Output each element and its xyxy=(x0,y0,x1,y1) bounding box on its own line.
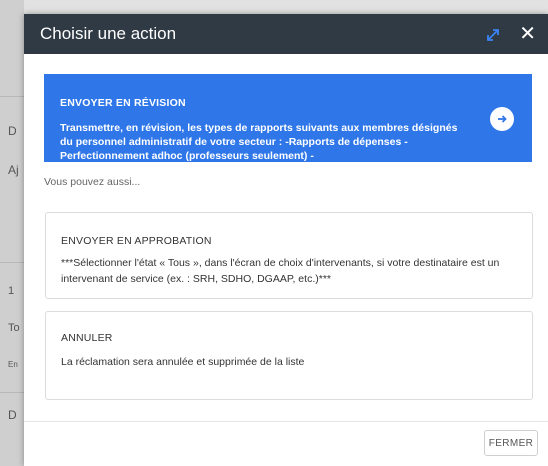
dialog-header: Choisir une action ✕ xyxy=(24,14,548,54)
option-title: ANNULER xyxy=(61,332,113,344)
background-text-fragment: D xyxy=(8,408,17,422)
background-text-fragment: To xyxy=(8,322,20,334)
close-icon[interactable]: ✕ xyxy=(519,23,536,45)
dialog-footer: FERMER xyxy=(24,421,548,466)
option-description: La réclamation sera annulée et supprimée… xyxy=(61,356,305,368)
background-top-bar xyxy=(24,0,548,14)
send-for-approval-card[interactable]: ENVOYER EN APPROBATION ***Sélectionner l… xyxy=(45,212,533,299)
send-for-review-card[interactable]: ENVOYER EN RÉVISION Transmettre, en révi… xyxy=(44,74,532,162)
arrow-right-circle-icon[interactable] xyxy=(490,107,514,131)
background-text-fragment: 1 xyxy=(8,285,15,297)
expand-icon[interactable] xyxy=(484,26,502,44)
dialog-body: ENVOYER EN RÉVISION Transmettre, en révi… xyxy=(24,54,548,422)
dialog-title: Choisir une action xyxy=(40,24,177,43)
background-text-fragment: Aj xyxy=(8,163,19,177)
option-description: ***Sélectionner l'état « Tous », dans l'… xyxy=(61,257,500,285)
background-divider xyxy=(0,96,24,97)
primary-action-title: ENVOYER EN RÉVISION xyxy=(60,97,186,109)
close-button[interactable]: FERMER xyxy=(484,430,538,456)
option-title: ENVOYER EN APPROBATION xyxy=(61,235,212,247)
also-label: Vous pouvez aussi... xyxy=(44,176,141,188)
background-text-fragment: En xyxy=(8,360,18,369)
cancel-claim-card[interactable]: ANNULER La réclamation sera annulée et s… xyxy=(45,311,533,400)
action-dialog: Choisir une action ✕ ENVOYER EN RÉVISION… xyxy=(24,14,548,466)
background-left-strip xyxy=(0,0,24,466)
primary-action-description: Transmettre, en révision, les types de r… xyxy=(60,122,458,162)
background-text-fragment: D xyxy=(8,124,17,138)
background-divider xyxy=(0,262,24,263)
background-divider xyxy=(0,392,24,393)
